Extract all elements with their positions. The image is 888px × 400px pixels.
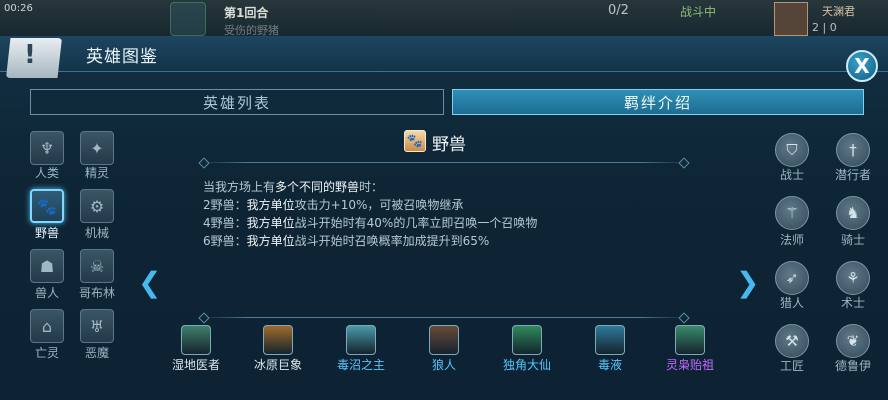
- window-title: 英雄图鉴: [86, 47, 158, 67]
- class-label: 猎人: [779, 296, 804, 310]
- class-label: 战士: [779, 168, 804, 182]
- race-human-icon[interactable]: ♆: [30, 131, 64, 165]
- class-shield-icon[interactable]: ⛉: [775, 133, 809, 167]
- hero-portrait-icon[interactable]: [512, 325, 542, 355]
- hero-name[interactable]: 独角大仙: [503, 356, 551, 373]
- next-bond-button[interactable]: ❯: [736, 266, 759, 299]
- class-hammer-icon[interactable]: ⚒: [775, 324, 809, 358]
- player-name: 天渊君: [822, 5, 855, 18]
- player-avatar: [774, 2, 808, 36]
- class-staff-icon[interactable]: ⚚: [775, 196, 809, 230]
- race-label: 精灵: [84, 166, 109, 180]
- paw-icon: 🐾: [404, 130, 426, 152]
- race-elf-icon[interactable]: ✦: [80, 131, 114, 165]
- hero-portrait-icon[interactable]: [263, 325, 293, 355]
- hero-name[interactable]: 湿地医者: [172, 356, 220, 373]
- hero-name[interactable]: 灵枭贻祖: [666, 356, 714, 373]
- hero-name[interactable]: 狼人: [432, 356, 456, 373]
- tab-bond-intro[interactable]: 羁绊介绍: [452, 89, 864, 115]
- codex-logo-icon: !: [6, 38, 62, 78]
- bond-tier-4: 4野兽：我方单位战斗开始时有40%的几率立即召唤一个召唤物: [203, 216, 538, 230]
- battle-status: 战斗中: [680, 5, 717, 19]
- race-orc-icon[interactable]: ☗: [30, 249, 64, 283]
- class-label: 潜行者: [834, 168, 871, 182]
- bond-tier-2: 2野兽：我方单位攻击力+10%，可被召唤物继承: [203, 198, 464, 212]
- hero-portrait-icon[interactable]: [181, 325, 211, 355]
- hero-portrait: [170, 2, 206, 36]
- clock-time: 00:26: [4, 3, 33, 14]
- divider-top: [200, 162, 688, 163]
- race-demon-icon[interactable]: ♅: [80, 309, 114, 343]
- game-hud: 00:26 第1回合 受伤的野猪 0/2 战斗中 天渊君 2 | 0: [0, 0, 888, 38]
- race-label: 野兽: [34, 226, 59, 240]
- class-orb-icon[interactable]: ⚘: [836, 261, 870, 295]
- unit-counter: 0/2: [608, 3, 629, 18]
- hero-name[interactable]: 毒液: [598, 356, 622, 373]
- hero-portrait-icon[interactable]: [675, 325, 705, 355]
- class-label: 术士: [840, 296, 865, 310]
- class-dagger-icon[interactable]: †: [836, 133, 870, 167]
- player-stats: 2 | 0: [812, 21, 837, 34]
- bond-tier-6: 6野兽：我方单位战斗开始时召唤概率加成提升到65%: [203, 234, 490, 248]
- race-label: 机械: [84, 226, 109, 240]
- bond-title: 野兽: [432, 135, 466, 155]
- bond-intro: 当我方场上有多个不同的野兽时：: [203, 180, 384, 194]
- divider-bottom: [200, 317, 688, 318]
- class-label: 骑士: [840, 233, 865, 247]
- hero-portrait-icon[interactable]: [595, 325, 625, 355]
- race-label: 哥布林: [78, 286, 115, 300]
- close-button[interactable]: X: [846, 50, 878, 82]
- race-gear-icon[interactable]: ⚙: [80, 189, 114, 223]
- race-label: 人类: [34, 166, 59, 180]
- race-label: 亡灵: [34, 346, 59, 360]
- class-label: 德鲁伊: [834, 359, 871, 373]
- hero-portrait-icon[interactable]: [346, 325, 376, 355]
- race-paw-icon[interactable]: 🐾: [30, 189, 64, 223]
- race-label: 恶魔: [84, 346, 109, 360]
- hero-portrait-icon[interactable]: [429, 325, 459, 355]
- round-label: 第1回合: [224, 6, 269, 20]
- class-label: 法师: [779, 233, 804, 247]
- class-bow-icon[interactable]: ➶: [775, 261, 809, 295]
- prev-bond-button[interactable]: ❮: [138, 266, 161, 299]
- race-undead-icon[interactable]: ⌂: [30, 309, 64, 343]
- class-label: 工匠: [779, 359, 804, 373]
- tab-hero-list[interactable]: 英雄列表: [30, 89, 444, 115]
- race-goblin-icon[interactable]: ☠: [80, 249, 114, 283]
- hero-name[interactable]: 毒沼之主: [337, 356, 385, 373]
- class-bear-icon[interactable]: ❦: [836, 324, 870, 358]
- hero-name[interactable]: 冰原巨象: [254, 356, 302, 373]
- class-horse-icon[interactable]: ♞: [836, 196, 870, 230]
- race-label: 兽人: [34, 286, 59, 300]
